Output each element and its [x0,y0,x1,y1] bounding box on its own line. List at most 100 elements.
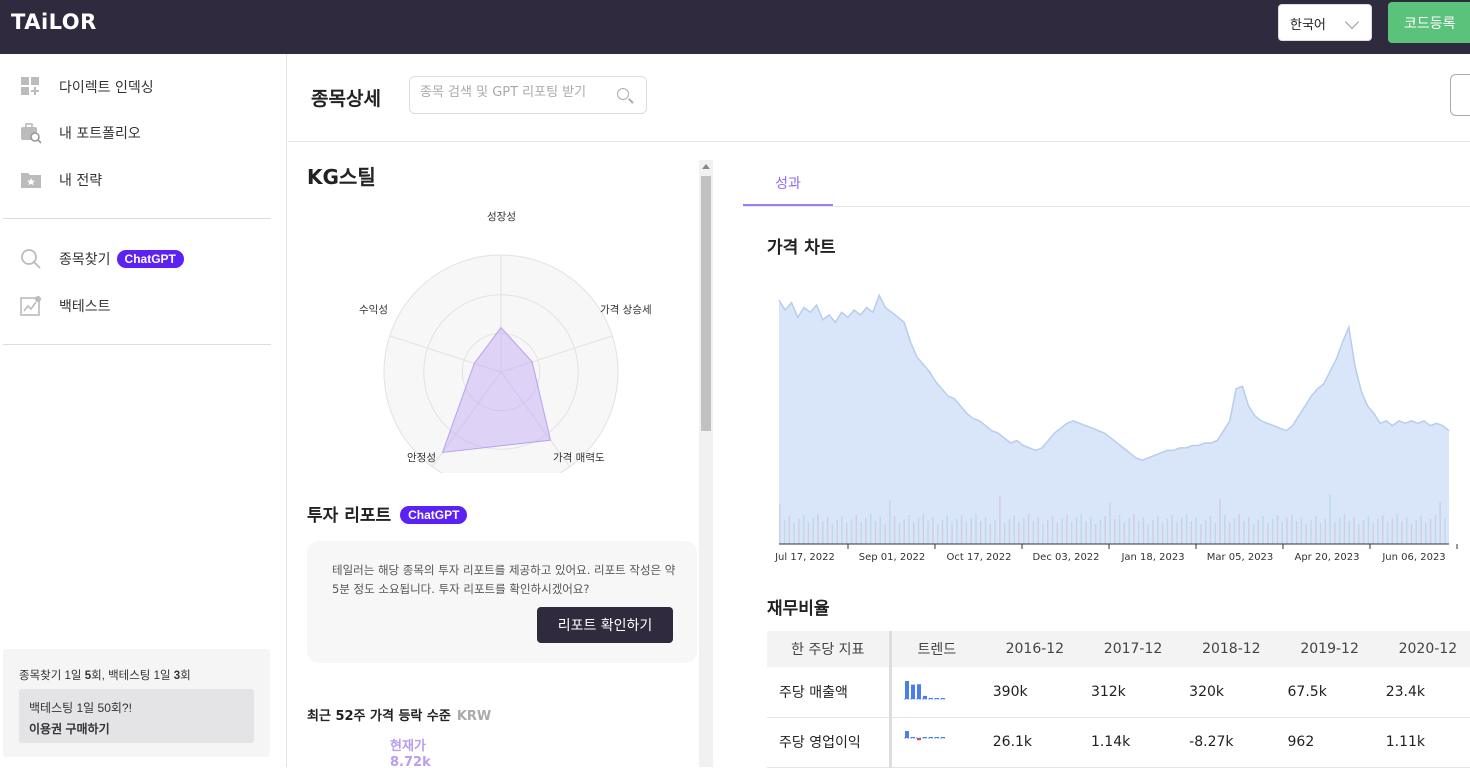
briefcase-search-icon [20,122,42,144]
report-description: 테일러는 해당 종목의 투자 리포트를 제공하고 있어요. 리포트 작성은 약 … [332,563,676,596]
search-icon [20,248,42,270]
sidebar-item-label: 내 포트폴리오 [59,126,141,142]
table-cell: 1.14k [1076,717,1176,768]
sidebar-item-strategy[interactable]: 내 전략 [20,168,102,192]
x-tick-label: Jun 06, 2023 [1381,552,1445,563]
panel-scrollbar[interactable] [699,160,713,767]
row-label: 주당 영업이익 [767,717,892,768]
tab-performance[interactable]: 성과 [743,157,833,206]
chevron-down-icon [1344,14,1360,30]
stock-detail-panel: 성과 가격 차트 Jul 17, 2022 Sep 01, 2022 Oct 17,… [714,143,1470,768]
sparkline-bar [904,680,909,699]
price-area [779,295,1449,544]
financial-ratios-table: 한 주당 지표 트렌드 2016-12 2017-12 2018-12 2019… [767,631,1470,768]
sidebar-item-portfolio[interactable]: 내 포트폴리오 [20,121,141,145]
stock-summary-panel: KG스틸 성장성 가격 상승세 가격 매력도 안정성 수익성 투자 리포트 Cha… [288,143,714,767]
table-cell: 1.11k [1371,717,1470,768]
radar-axis-label: 수익성 [359,304,388,316]
column-header: 트렌드 [890,631,979,667]
sparkline-bar [922,695,927,699]
stock-name: KG스틸 [307,165,376,189]
radar-chart [383,254,619,473]
price-chart: Jul 17, 2022 Sep 01, 2022 Oct 17, 2022 Dec … [774,293,1458,563]
grid-plus-icon [20,76,42,98]
usage-quota-text: 종목찾기 1일 5회, 백테스팅 1일 3회 [19,670,191,682]
sidebar-divider [3,344,271,345]
financial-ratios-title: 재무비율 [767,599,830,619]
sidebar-item-backtest[interactable]: 백테스트 [20,294,111,318]
x-tick-label: Jul 17, 2022 [774,552,835,563]
x-tick-label: Mar 05, 2023 [1207,552,1274,563]
sparkline-bar [916,683,921,699]
table-cell: -8.27k [1175,717,1274,768]
sidebar: 다이렉트 인덱싱 내 포트폴리오 내 전략 종목찾기 ChatGPT 백테스트 … [0,54,287,767]
table-cell: 390k [978,667,1077,718]
sparkline-bar [904,731,909,738]
column-header: 2020-12 [1371,631,1470,667]
view-report-button[interactable]: 리포트 확인하기 [537,607,673,643]
purchase-pass-box[interactable]: 백테스팅 1일 50회?! 이용권 구매하기 [19,689,254,743]
current-price-label: 현재가 [390,739,426,754]
table-row: 주당 매출액 390k 312k 320k 67.5k 23.4k [767,667,1470,718]
chatgpt-badge: ChatGPT [116,250,184,268]
folder-star-icon [20,169,42,191]
trend-sparkline [890,667,979,718]
usage-quota-panel: 종목찾기 1일 5회, 백테스팅 1일 3회 백테스팅 1일 50회?! 이용권… [3,649,270,757]
column-header: 2018-12 [1175,631,1274,667]
current-price-value: 8.72k [390,755,431,767]
sparkline-bar [910,684,915,699]
scrollbar-thumb[interactable] [701,176,711,431]
radar-axis-label: 가격 상승세 [600,304,652,316]
radar-axis-label: 성장성 [487,211,516,223]
radar-axis-label: 가격 매력도 [553,452,605,464]
radar-axis-label: 안정성 [407,452,436,464]
scroll-up-icon[interactable] [702,164,710,169]
sidebar-item-label: 백테스트 [59,299,111,315]
x-tick-label: Jan 18, 2023 [1120,552,1184,563]
search-icon[interactable] [617,88,629,100]
sidebar-divider [3,218,271,219]
price-chart-title: 가격 차트 [767,238,836,258]
table-cell: 312k [1076,667,1176,718]
search-input[interactable] [420,85,610,100]
report-box: 테일러는 해당 종목의 투자 리포트를 제공하고 있어요. 리포트 작성은 약 … [307,541,697,663]
sidebar-item-label: 다이렉트 인덱싱 [59,80,154,96]
table-header-row: 한 주당 지표 트렌드 2016-12 2017-12 2018-12 2019… [767,631,1470,667]
sidebar-item-direct-indexing[interactable]: 다이렉트 인덱싱 [20,75,154,99]
x-tick-label: Apr 20, 2023 [1294,552,1359,563]
table-cell: 320k [1175,667,1274,718]
code-register-button[interactable]: 코드등록 [1388,2,1470,43]
promo-text: 백테스팅 1일 50회?! [29,701,132,715]
chart-icon [20,295,42,317]
table-cell: 962 [1273,717,1372,768]
x-tick-label: Sep 01, 2022 [859,552,926,563]
report-section-title: 투자 리포트 ChatGPT [307,501,468,526]
x-tick-label: Oct 17, 2022 [947,552,1012,563]
header-action-button[interactable] [1450,74,1470,116]
detail-tabs: 성과 [743,157,1470,207]
x-tick-label: Dec 03, 2022 [1032,552,1099,563]
language-select[interactable]: 한국어 [1278,4,1372,41]
stock-search[interactable] [409,76,647,114]
language-value: 한국어 [1290,18,1326,33]
table-cell: 23.4k [1371,667,1470,718]
sidebar-item-stock-finder[interactable]: 종목찾기 ChatGPT [20,247,184,271]
top-bar: TAiLOR 한국어 코드등록 [0,0,1470,54]
page-title: 종목상세 [311,88,381,110]
column-header: 2019-12 [1273,631,1372,667]
logo[interactable]: TAiLOR [11,10,97,34]
page-header: 종목상세 [288,54,1470,142]
price-range-title: 최근 52주 가격 등락 수준 KRW [307,709,492,724]
table-cell: 26.1k [978,717,1077,768]
sidebar-item-label: 종목찾기 [59,252,111,268]
column-header: 2016-12 [978,631,1077,667]
trend-sparkline [890,717,979,768]
column-header: 한 주당 지표 [767,631,892,667]
chatgpt-badge: ChatGPT [400,506,468,524]
purchase-pass-link[interactable]: 이용권 구매하기 [29,720,244,737]
table-cell: 67.5k [1273,667,1372,718]
row-label: 주당 매출액 [767,667,892,718]
sidebar-item-label: 내 전략 [59,173,103,189]
table-row: 주당 영업이익 26.1k 1.14k -8.27k 962 1.11k [767,717,1470,768]
column-header: 2017-12 [1076,631,1176,667]
